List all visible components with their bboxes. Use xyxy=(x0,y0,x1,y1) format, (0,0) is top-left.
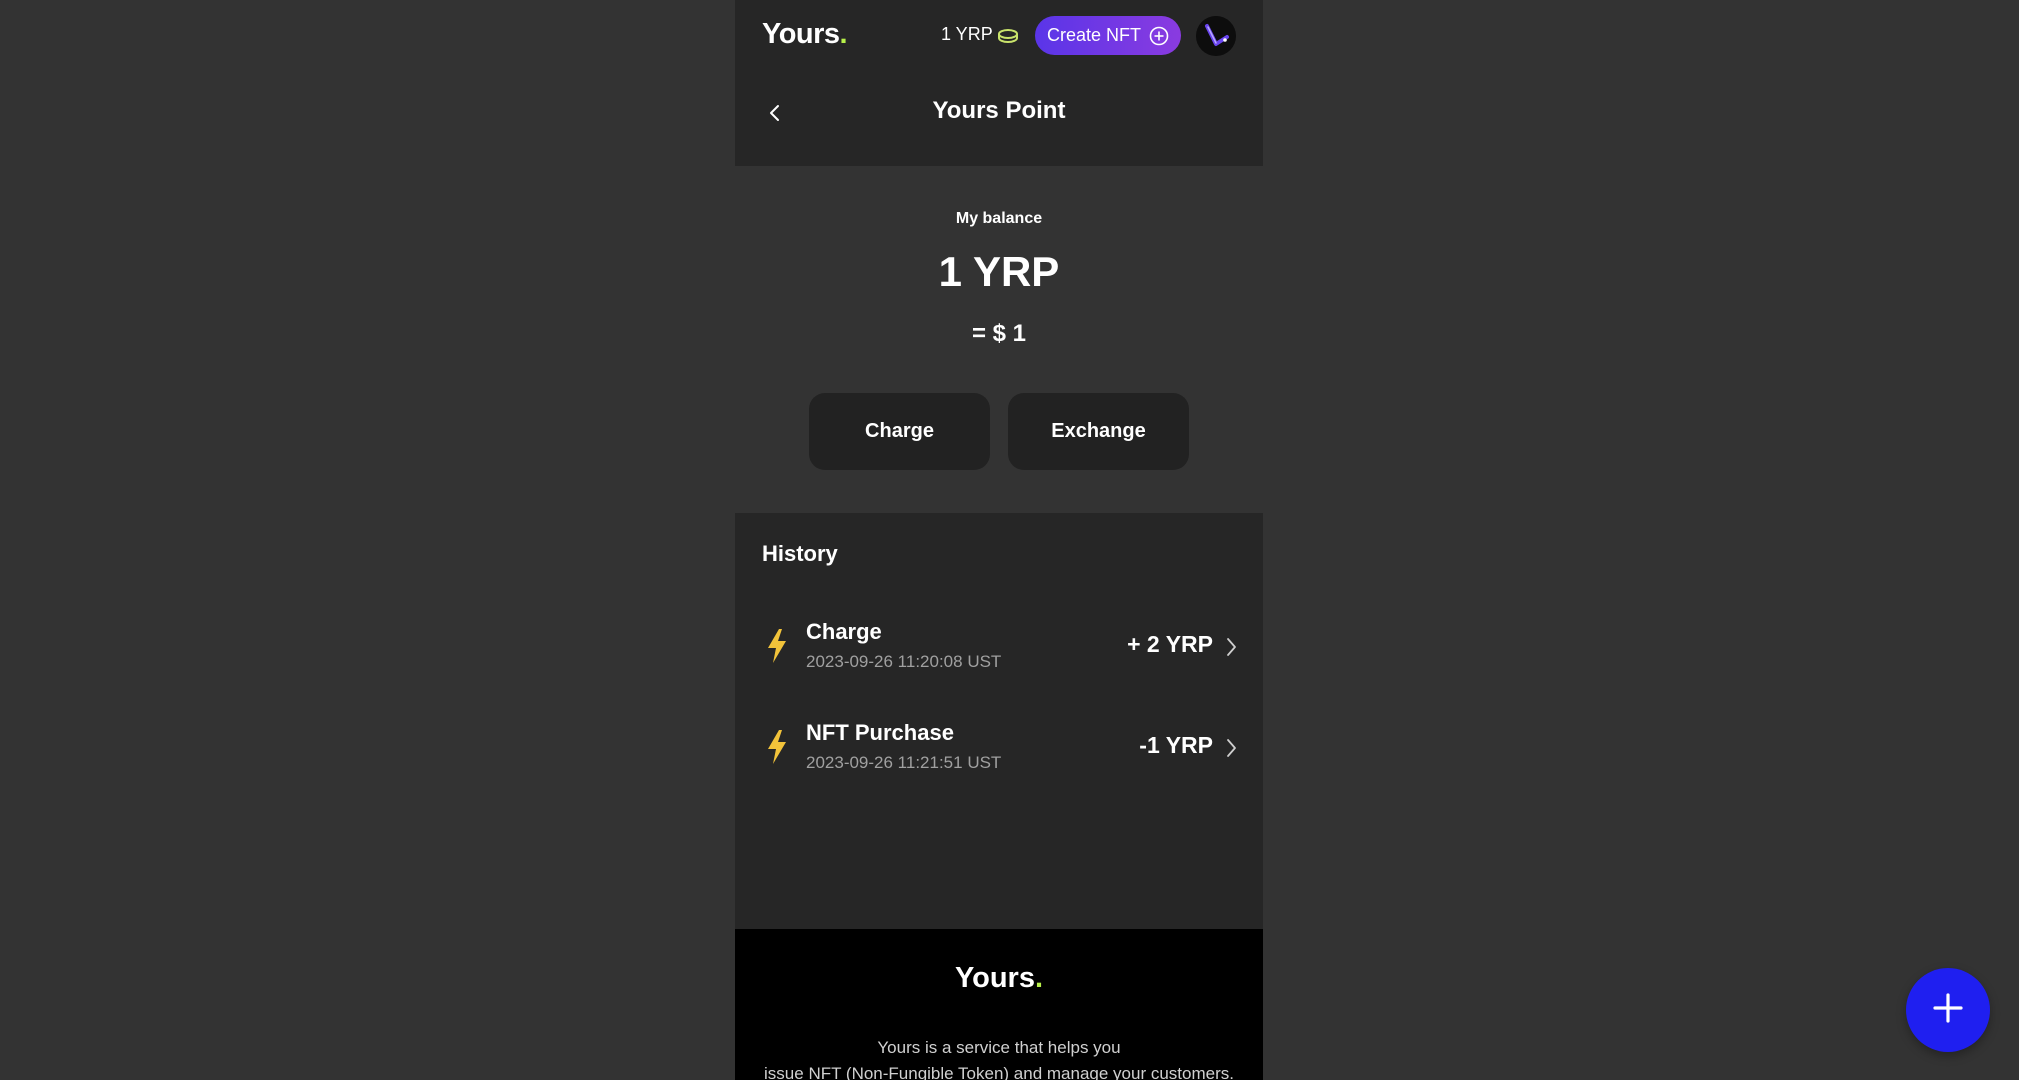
history-item-amount: -1 YRP xyxy=(1139,732,1213,758)
logo-dot: . xyxy=(839,18,848,50)
footer: Yours. Yours is a service that helps you… xyxy=(735,929,1263,1080)
coin-icon xyxy=(997,28,1018,43)
history-item-title: Charge xyxy=(806,619,882,644)
avatar[interactable] xyxy=(1196,16,1236,56)
footer-logo-text: Yours xyxy=(954,962,1035,994)
points-balance-text: 1 YRP xyxy=(941,24,993,44)
chevron-right-icon xyxy=(1225,736,1237,760)
footer-logo-dot: . xyxy=(1034,962,1044,994)
history-item-date: 2023-09-26 11:20:08 UST xyxy=(806,652,1002,671)
points-balance-chip[interactable]: 1 YRP xyxy=(941,24,1018,45)
logo[interactable]: Yours. xyxy=(762,18,848,51)
footer-line-1: Yours is a service that helps you xyxy=(877,1038,1121,1057)
create-nft-button[interactable]: Create NFT xyxy=(1035,16,1181,55)
history-title: History xyxy=(762,541,838,566)
balance-value: 1 YRP xyxy=(938,248,1060,295)
plus-icon xyxy=(1930,990,1966,1031)
history-item-amount: + 2 YRP xyxy=(1127,631,1213,657)
footer-description: Yours is a service that helps you issue … xyxy=(735,1035,1263,1080)
page-title: Yours Point xyxy=(932,97,1066,124)
plus-circle-icon xyxy=(1149,26,1169,46)
history-row[interactable]: Charge 2023-09-26 11:20:08 UST + 2 YRP xyxy=(735,613,1263,693)
bolt-icon xyxy=(766,729,788,765)
charge-button[interactable]: Charge xyxy=(809,393,990,470)
footer-line-2: issue NFT (Non-Fungible Token) and manag… xyxy=(764,1064,1234,1080)
top-header: Yours. 1 YRP Create NFT Yours Point xyxy=(735,0,1263,166)
chevron-right-icon xyxy=(1225,635,1237,659)
balance-usd-value: = $ 1 xyxy=(971,320,1027,347)
footer-logo: Yours. xyxy=(735,962,1263,995)
create-nft-label: Create NFT xyxy=(1046,25,1142,45)
floating-add-button[interactable] xyxy=(1906,968,1990,1052)
bolt-icon xyxy=(766,628,788,664)
logo-text: Yours xyxy=(762,18,840,50)
history-item-title: NFT Purchase xyxy=(806,720,954,745)
history-section: History Charge 2023-09-26 11:20:08 UST +… xyxy=(735,513,1263,929)
balance-label: My balance xyxy=(955,210,1043,227)
history-item-date: 2023-09-26 11:21:51 UST xyxy=(806,753,1002,772)
history-row[interactable]: NFT Purchase 2023-09-26 11:21:51 UST -1 … xyxy=(735,714,1263,794)
app-container: Yours. 1 YRP Create NFT Yours Point My b… xyxy=(735,0,1263,1080)
exchange-button[interactable]: Exchange xyxy=(1008,393,1189,470)
